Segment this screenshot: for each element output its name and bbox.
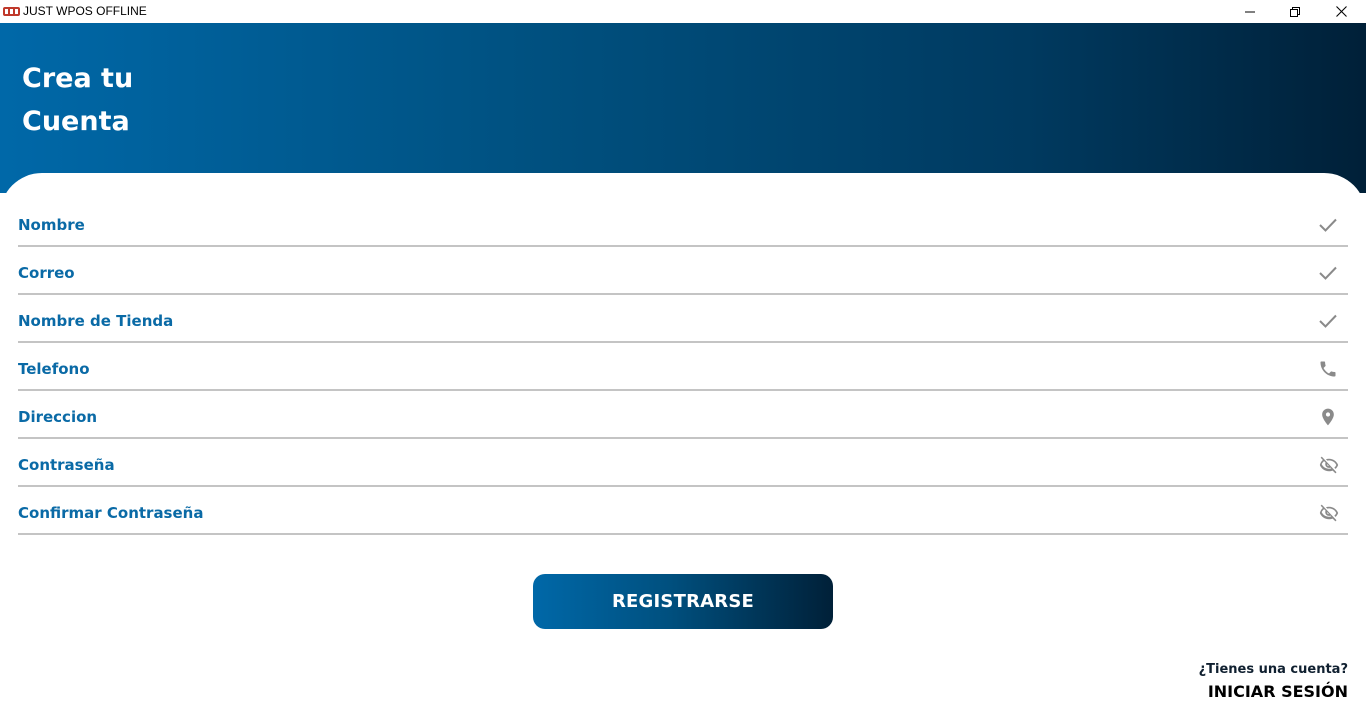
page-title-line1: Crea tu xyxy=(22,63,134,94)
minimize-button[interactable] xyxy=(1227,0,1273,23)
store-name-field[interactable]: Nombre de Tienda xyxy=(18,295,1348,343)
check-icon xyxy=(1318,215,1338,235)
eye-off-icon[interactable] xyxy=(1318,503,1339,523)
password-field-label: Contraseña xyxy=(18,456,115,474)
email-field-label: Correo xyxy=(18,264,75,282)
password-field[interactable]: Contraseña xyxy=(18,439,1348,487)
register-button-label: REGISTRARSE xyxy=(612,591,754,612)
email-field[interactable]: Correo xyxy=(18,247,1348,295)
name-field[interactable]: Nombre xyxy=(18,199,1348,247)
check-icon xyxy=(1318,311,1338,331)
phone-field[interactable]: Telefono xyxy=(18,343,1348,391)
location-pin-icon xyxy=(1318,407,1338,427)
address-field[interactable]: Direccion xyxy=(18,391,1348,439)
store-name-field-label: Nombre de Tienda xyxy=(18,312,174,330)
close-icon xyxy=(1335,6,1347,17)
register-button[interactable]: REGISTRARSE xyxy=(533,574,833,629)
have-account-prompt: ¿Tienes una cuenta? xyxy=(1198,662,1348,677)
close-button[interactable] xyxy=(1318,0,1364,23)
page-title-line2: Cuenta xyxy=(22,106,130,137)
window-title: JUST WPOS OFFLINE xyxy=(23,4,147,18)
window-titlebar: JUST WPOS OFFLINE xyxy=(0,0,1366,23)
restore-icon xyxy=(1290,6,1300,17)
address-field-label: Direccion xyxy=(18,408,98,426)
name-field-label: Nombre xyxy=(18,216,85,234)
app-logo-icon xyxy=(3,4,20,18)
eye-off-icon[interactable] xyxy=(1318,455,1339,475)
check-icon xyxy=(1318,263,1338,283)
phone-field-label: Telefono xyxy=(18,360,90,378)
confirm-password-field-label: Confirmar Contraseña xyxy=(18,504,204,522)
page-title: Crea tu Cuenta xyxy=(22,57,242,143)
minimize-icon xyxy=(1245,11,1255,12)
restore-button[interactable] xyxy=(1272,0,1318,23)
login-link[interactable]: INICIAR SESIÓN xyxy=(1208,682,1348,701)
phone-icon xyxy=(1318,359,1338,379)
header-banner: Crea tu Cuenta xyxy=(0,23,1366,193)
confirm-password-field[interactable]: Confirmar Contraseña xyxy=(18,487,1348,535)
